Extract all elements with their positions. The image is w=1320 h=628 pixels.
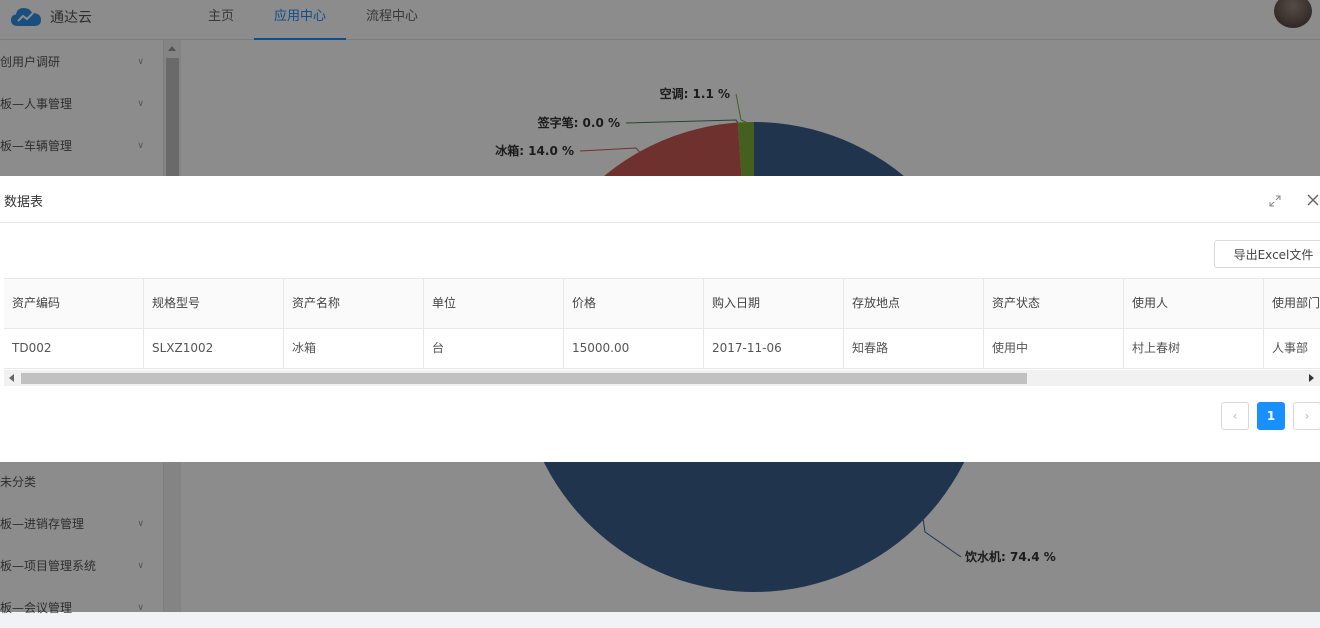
table-header-cell[interactable]: 使用部门 bbox=[1264, 279, 1320, 328]
table-row[interactable]: TD002 SLXZ1002 冰箱台 15000.00 2017-11-06 知春路 使用中… bbox=[4, 329, 1320, 369]
modal-header: 数据表 bbox=[0, 176, 1320, 223]
table-header-cell[interactable]: 单位 bbox=[424, 279, 564, 328]
page-1-button[interactable]: 1 bbox=[1257, 402, 1285, 430]
table-header-cell[interactable]: 资产编码 bbox=[4, 279, 144, 328]
table-cell: SLXZ1002 bbox=[144, 329, 284, 368]
table-cell: 人事部 bbox=[1264, 329, 1320, 368]
next-page-button[interactable]: › bbox=[1293, 402, 1320, 430]
close-icon[interactable] bbox=[1305, 192, 1320, 208]
scroll-right-icon[interactable] bbox=[1309, 374, 1314, 382]
table-header-cell[interactable]: 资产状态 bbox=[984, 279, 1124, 328]
table-header-cell[interactable]: 资产名称 bbox=[284, 279, 424, 328]
table-cell: 知春路 bbox=[844, 329, 984, 368]
scrollbar-thumb[interactable] bbox=[21, 373, 1027, 384]
table-header-cell[interactable]: 购入日期 bbox=[704, 279, 844, 328]
table-header-cell[interactable]: 规格型号 bbox=[144, 279, 284, 328]
table-cell: 台 bbox=[424, 329, 564, 368]
table-cell: 使用中 bbox=[984, 329, 1124, 368]
table-header-cell[interactable]: 使用人 bbox=[1124, 279, 1264, 328]
data-table-modal: 数据表 导出Excel文件 资产编码 规格型号 资产名称 单位 价格 购入日期 存放地点 资产… bbox=[0, 176, 1320, 462]
table-header-row: 资产编码 规格型号 资产名称 单位 价格 购入日期 存放地点 资产状态 使用人 使用部门 bbox=[4, 278, 1320, 329]
scroll-left-icon[interactable] bbox=[9, 374, 14, 382]
pagination: ‹ 1 › bbox=[1221, 402, 1320, 430]
table-cell: 村上春树 bbox=[1124, 329, 1264, 368]
table-cell: 冰箱 bbox=[284, 329, 424, 368]
export-excel-button[interactable]: 导出Excel文件 bbox=[1214, 240, 1320, 268]
table-cell: 15000.00 bbox=[564, 329, 704, 368]
prev-page-button[interactable]: ‹ bbox=[1221, 402, 1249, 430]
table-header-cell[interactable]: 价格 bbox=[564, 279, 704, 328]
table-horizontal-scrollbar[interactable] bbox=[4, 370, 1320, 386]
data-table: 资产编码 规格型号 资产名称 单位 价格 购入日期 存放地点 资产状态 使用人 使用部门 TD00… bbox=[4, 278, 1320, 386]
table-header-cell[interactable]: 存放地点 bbox=[844, 279, 984, 328]
table-cell: TD002 bbox=[4, 329, 144, 368]
table-cell: 2017-11-06 bbox=[704, 329, 844, 368]
expand-icon[interactable] bbox=[1268, 194, 1282, 208]
modal-title: 数据表 bbox=[4, 195, 44, 210]
